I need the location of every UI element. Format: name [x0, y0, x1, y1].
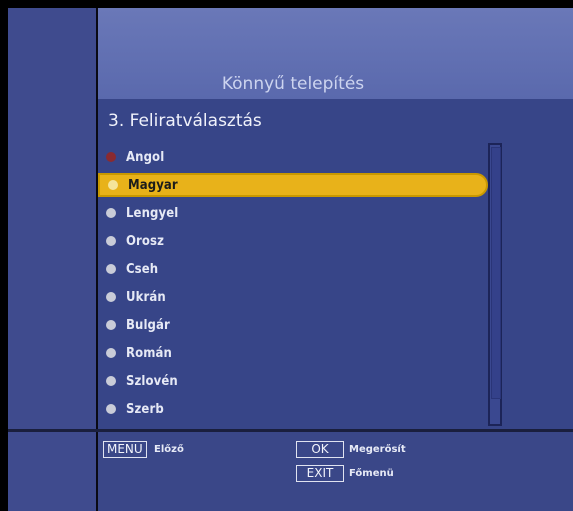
list-item-label: Román	[126, 345, 172, 361]
page-title: Könnyű telepítés	[221, 74, 365, 94]
bullet-icon	[106, 320, 116, 330]
bullet-icon	[106, 292, 116, 302]
menu-key-hint: Előző	[154, 444, 184, 455]
list-item-angol[interactable]: Angol	[98, 143, 488, 171]
tv-screen: Könnyű telepítés 3. Feliratválasztás Ang…	[0, 0, 573, 511]
list-item-label: Angol	[126, 149, 165, 165]
step-title: 3. Feliratválasztás	[108, 111, 262, 131]
screen-border-left	[0, 0, 8, 511]
list-item-ukran[interactable]: Ukrán	[98, 283, 488, 311]
bullet-icon	[106, 376, 116, 386]
list-scrollbar[interactable]	[488, 143, 502, 426]
list-item-label: Szerb	[126, 401, 164, 417]
list-item-label: Cseh	[126, 261, 159, 277]
list-item-szloven[interactable]: Szlovén	[98, 367, 488, 395]
bullet-icon	[106, 236, 116, 246]
list-item-lengyel[interactable]: Lengyel	[98, 199, 488, 227]
bullet-icon	[108, 180, 118, 190]
selected-indicator-icon	[106, 152, 116, 162]
ok-key-hint: Megerősít	[349, 444, 406, 455]
list-item-label: Bulgár	[126, 317, 170, 333]
bullet-icon	[106, 264, 116, 274]
screen-border-top	[0, 0, 573, 8]
list-item-cseh[interactable]: Cseh	[98, 255, 488, 283]
list-item-label: Ukrán	[126, 289, 166, 305]
side-panel	[8, 8, 96, 511]
list-item-szerb[interactable]: Szerb	[98, 395, 488, 423]
bullet-icon	[106, 404, 116, 414]
list-item-label: Orosz	[126, 233, 165, 249]
bullet-icon	[106, 208, 116, 218]
exit-key-hint: Főmenü	[349, 468, 394, 479]
scrollbar-thumb[interactable]	[491, 147, 501, 399]
list-item-orosz[interactable]: Orosz	[98, 227, 488, 255]
ok-key-button[interactable]: OK	[296, 441, 344, 458]
list-item-label: Lengyel	[126, 205, 179, 221]
language-list: Angol Magyar Lengyel Orosz Cseh Ukrán Bu…	[98, 143, 488, 423]
list-item-bulgar[interactable]: Bulgár	[98, 311, 488, 339]
menu-key-button[interactable]: MENU	[103, 441, 147, 458]
list-item-label: Magyar	[128, 177, 178, 193]
bullet-icon	[106, 348, 116, 358]
exit-key-button[interactable]: EXIT	[296, 465, 344, 482]
list-item-roman[interactable]: Román	[98, 339, 488, 367]
list-item-magyar[interactable]: Magyar	[98, 173, 488, 197]
list-item-label: Szlovén	[126, 373, 178, 389]
